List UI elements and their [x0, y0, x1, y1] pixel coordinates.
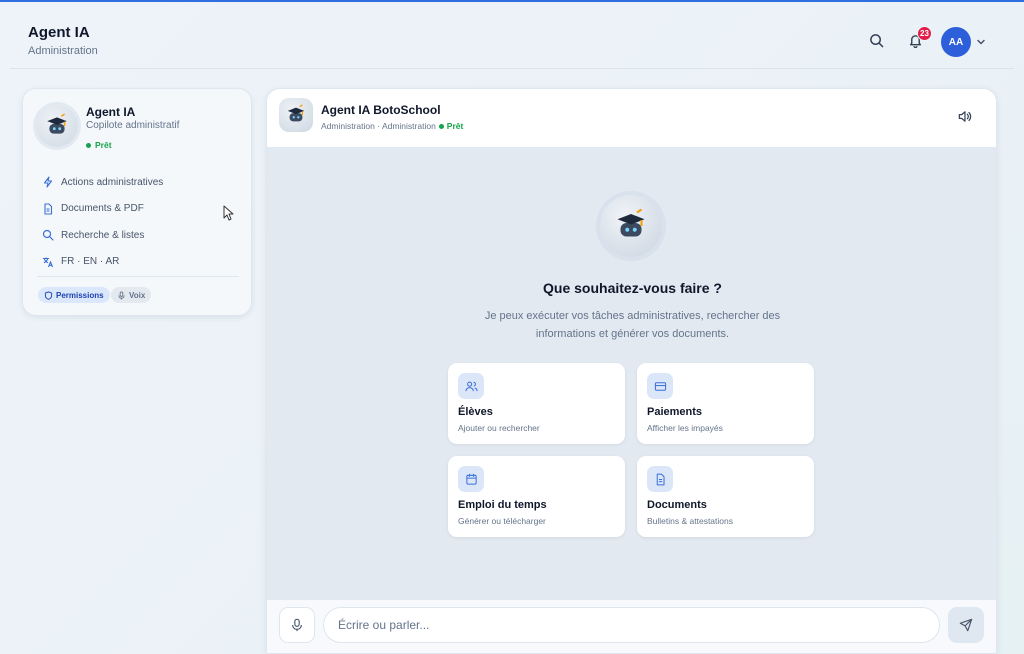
document-icon	[647, 466, 673, 492]
calendar-icon	[458, 466, 484, 492]
credit-card-icon	[647, 373, 673, 399]
shield-icon	[44, 290, 53, 300]
action-subtitle: Générer ou télécharger	[458, 516, 546, 526]
action-title: Paiements	[647, 406, 703, 418]
status-dot	[438, 123, 444, 129]
action-subtitle: Afficher les impayés	[647, 423, 723, 433]
hero-description: Je peux exécuter vos tâches administrati…	[484, 310, 781, 340]
chat-panel: Agent IA BotoSchool Administration · Adm…	[266, 88, 997, 654]
voice-chip[interactable]: Voix	[111, 287, 152, 303]
microphone-button[interactable]	[279, 607, 315, 643]
page-title: Agent IA	[28, 24, 90, 41]
action-subtitle: Ajouter ou rechercher	[458, 423, 540, 433]
robot-graduate-icon	[287, 104, 305, 122]
chat-title: Agent IA BotoSchool	[321, 103, 441, 117]
page-subtitle: Administration	[28, 45, 98, 57]
chat-body: Que souhaitez-vous faire ? Je peux exécu…	[267, 147, 996, 599]
action-card-documents[interactable]: Documents Bulletins & attestations	[637, 456, 814, 537]
chat-status-label: Prêt	[446, 121, 464, 131]
voice-label: Voix	[129, 290, 146, 300]
permissions-label: Permissions	[56, 290, 104, 300]
app-header: Agent IA Administration 23 AA	[0, 2, 1024, 69]
user-avatar[interactable]: AA	[941, 27, 971, 57]
agent-profile-card: Agent IA Copilote administratif Prêt Act…	[22, 88, 252, 316]
capability-label: Documents & PDF	[61, 203, 144, 215]
robot-graduate-icon	[617, 208, 645, 237]
action-title: Documents	[647, 499, 707, 511]
capability-item-documents: Documents & PDF	[42, 196, 242, 223]
action-card-eleves[interactable]: Élèves Ajouter ou rechercher	[448, 363, 625, 444]
capability-item-languages: FR · EN · AR	[42, 249, 242, 276]
agent-role: Copilote administratif	[86, 120, 180, 131]
permissions-chip[interactable]: Permissions	[38, 287, 110, 303]
action-card-paiements[interactable]: Paiements Afficher les impayés	[637, 363, 814, 444]
hero-title: Que souhaitez-vous faire ?	[543, 280, 722, 296]
status-dot	[86, 142, 91, 148]
action-title: Élèves	[458, 406, 493, 418]
hero-logo	[600, 195, 662, 257]
translate-icon	[43, 257, 54, 267]
message-input[interactable]	[323, 607, 940, 643]
chevron-down-icon[interactable]	[975, 35, 987, 47]
notification-badge: 23	[917, 26, 932, 41]
send-button[interactable]	[948, 607, 984, 643]
search-icon	[42, 230, 54, 241]
chat-header: Agent IA BotoSchool Administration · Adm…	[267, 89, 996, 147]
users-icon	[458, 373, 484, 399]
status-badge: Prêt	[86, 140, 112, 150]
chat-logo	[279, 98, 313, 132]
capability-label: Recherche & listes	[61, 229, 145, 241]
status-label: Prêt	[95, 140, 112, 150]
mouse-cursor-icon	[223, 205, 234, 221]
sidebar-divider	[37, 276, 239, 277]
agent-avatar	[36, 105, 78, 147]
search-icon[interactable]	[868, 32, 884, 48]
chat-context: Administration · Administration	[321, 121, 436, 131]
send-icon	[959, 618, 973, 632]
header-divider	[10, 68, 1014, 69]
chat-input-bar	[267, 599, 996, 653]
lightning-icon	[43, 176, 53, 188]
capability-item-search: Recherche & listes	[42, 222, 242, 249]
chat-status: Prêt	[438, 121, 464, 131]
microphone-icon	[292, 618, 302, 632]
microphone-icon	[118, 290, 125, 300]
action-subtitle: Bulletins & attestations	[647, 516, 733, 526]
action-title: Emploi du temps	[458, 499, 547, 511]
document-icon	[44, 203, 53, 215]
chat-subtitle: Administration · Administration Prêt	[321, 121, 463, 131]
speaker-icon[interactable]	[957, 109, 973, 125]
capability-item-actions: Actions administratives	[42, 169, 242, 196]
action-card-emploi-du-temps[interactable]: Emploi du temps Générer ou télécharger	[448, 456, 625, 537]
capability-label: Actions administratives	[61, 176, 164, 188]
robot-graduate-icon	[47, 113, 67, 134]
agent-name: Agent IA	[86, 105, 136, 119]
capability-list: Actions administratives Documents & PDF …	[42, 169, 242, 275]
capability-label: FR · EN · AR	[61, 256, 120, 268]
